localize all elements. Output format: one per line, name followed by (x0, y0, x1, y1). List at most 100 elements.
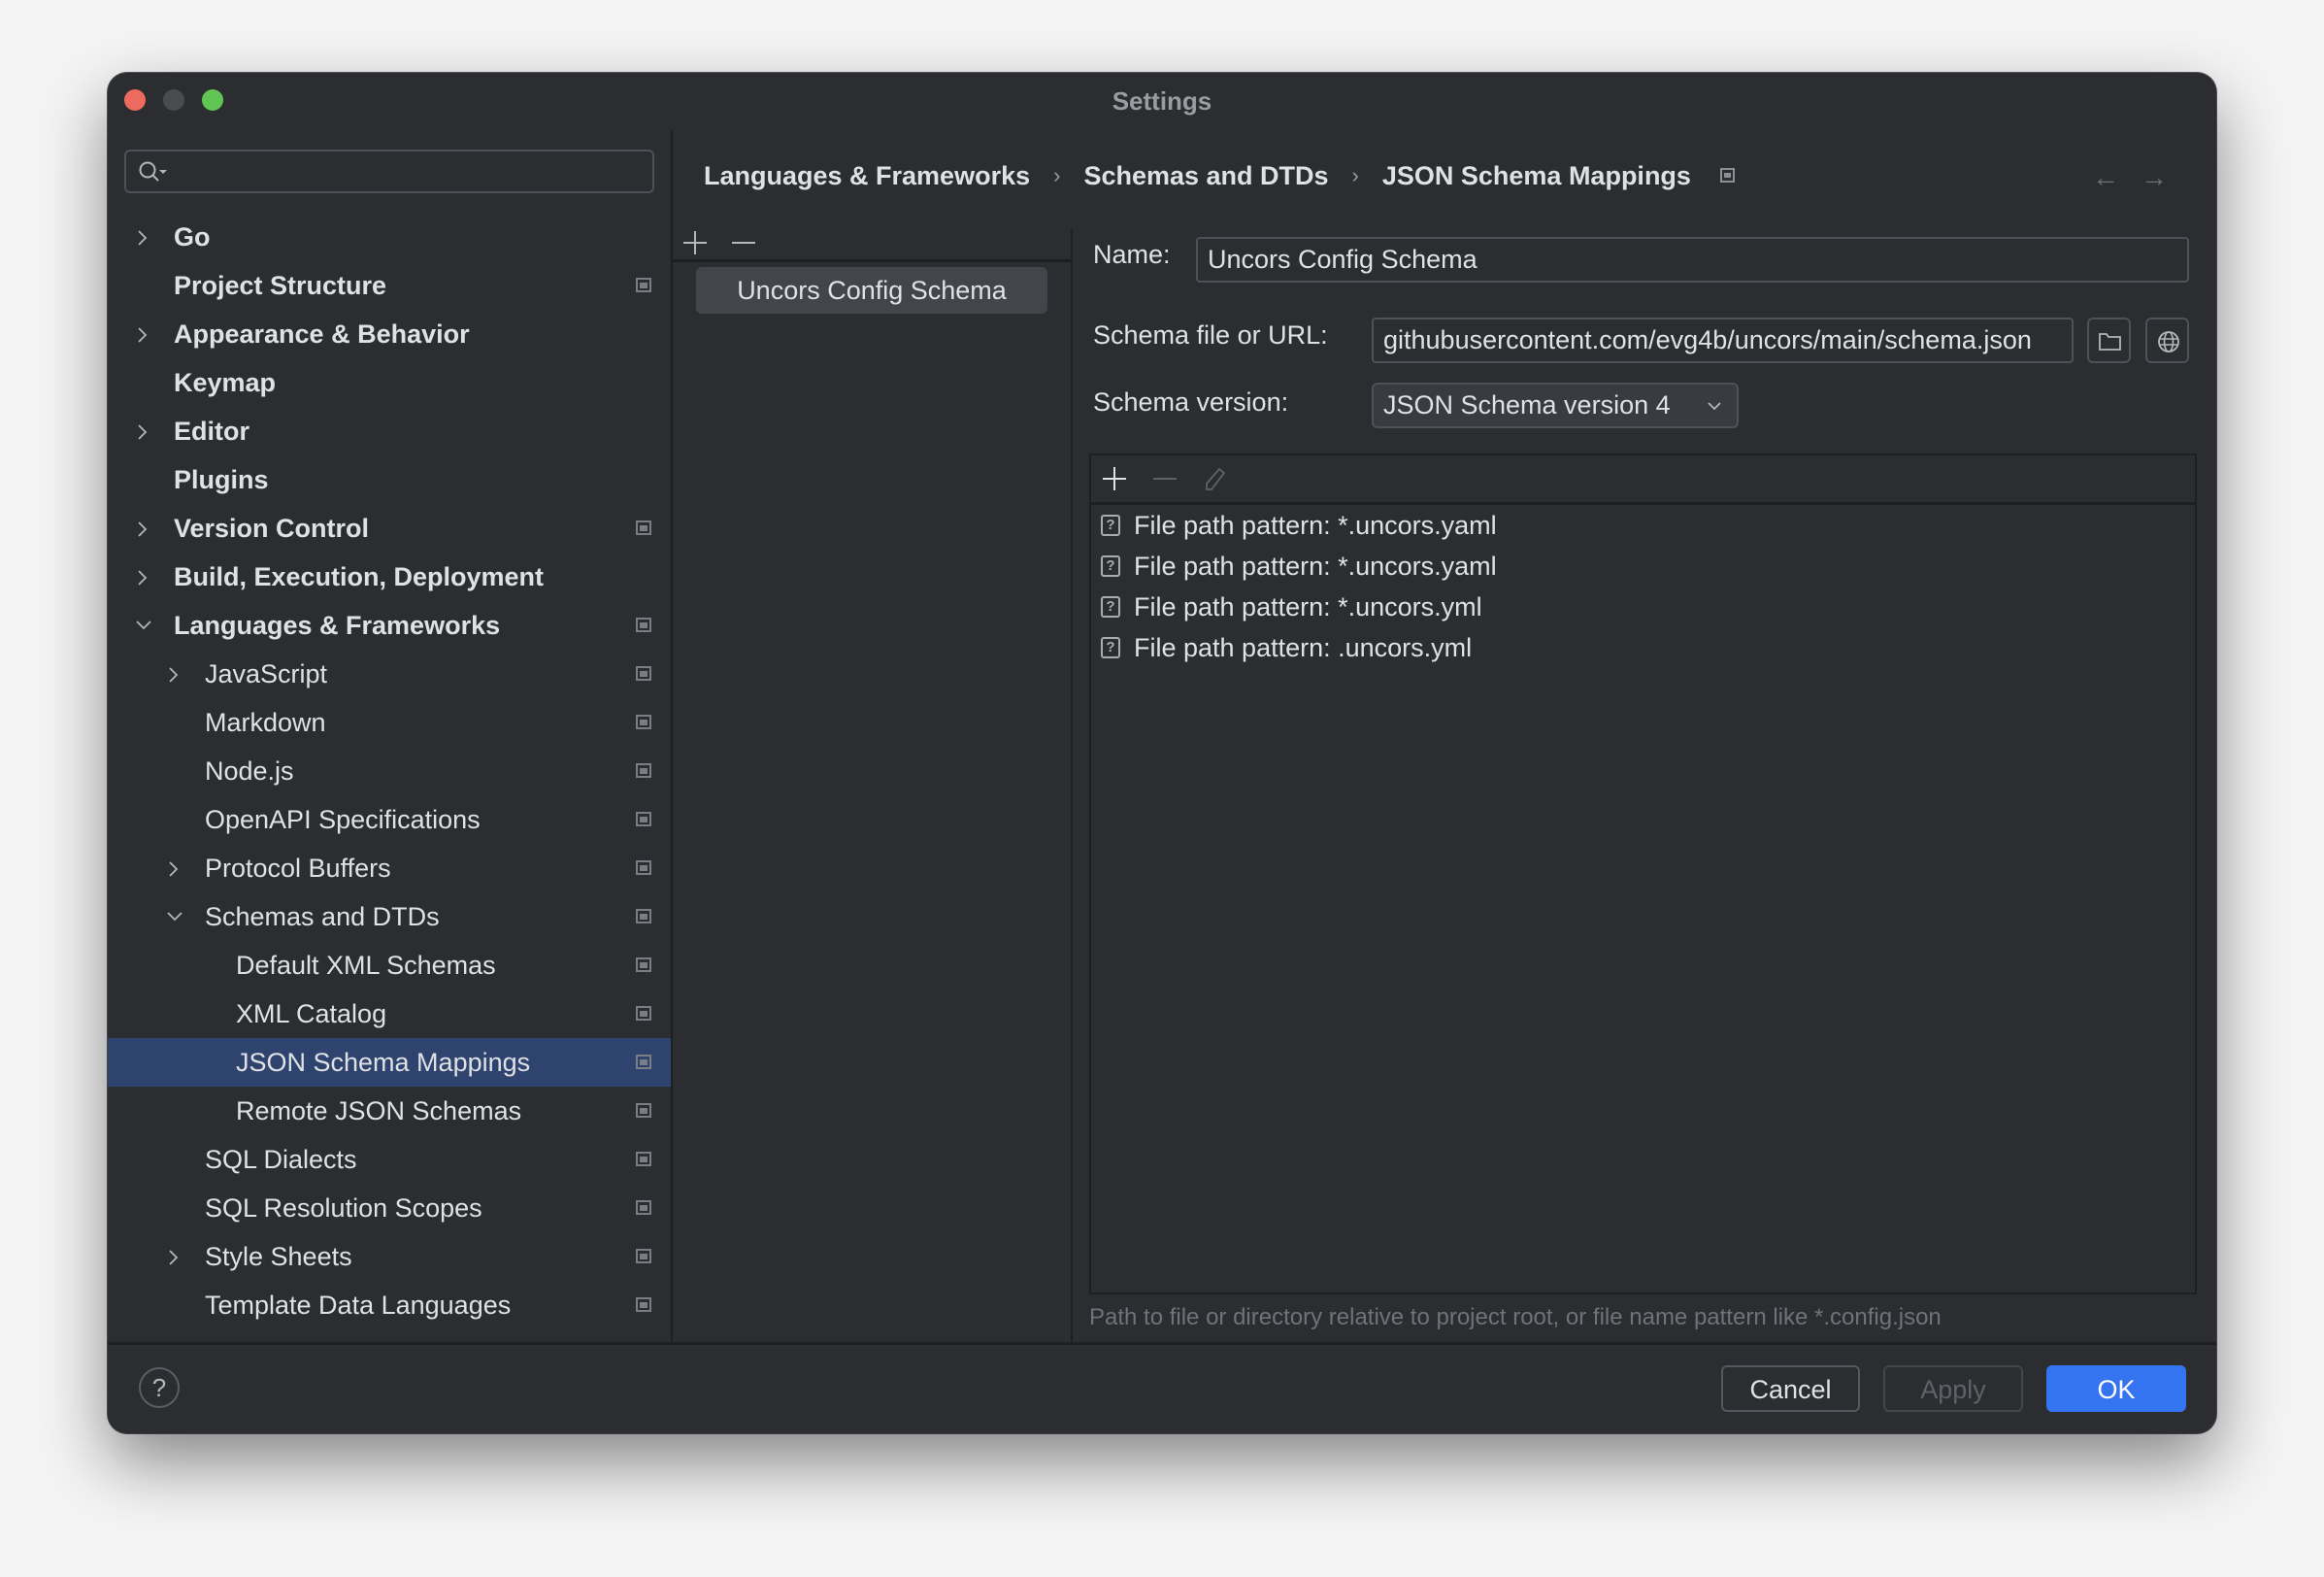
sidebar-item[interactable]: Editor (108, 407, 671, 455)
title-bar: Settings (108, 73, 2216, 131)
remove-pattern-button[interactable] (1151, 465, 1179, 497)
sidebar-item[interactable]: SQL Resolution Scopes (108, 1184, 671, 1232)
sidebar-item[interactable]: JavaScript (108, 650, 671, 698)
breadcrumb-current: JSON Schema Mappings (1381, 160, 1691, 190)
patterns-hint: Path to file or directory relative to pr… (1089, 1304, 1942, 1330)
sidebar-item[interactable]: JSON Schema Mappings (108, 1038, 671, 1087)
sidebar-item-label: JSON Schema Mappings (236, 1048, 531, 1077)
sidebar-item[interactable]: Languages & Frameworks (108, 601, 671, 650)
sidebar-item[interactable]: Build, Execution, Deployment (108, 553, 671, 601)
add-mapping-button[interactable] (681, 228, 710, 262)
sidebar-item[interactable]: Go (108, 213, 671, 261)
breadcrumb-item[interactable]: Languages & Frameworks (704, 156, 1030, 195)
folder-icon (2099, 333, 2121, 351)
arrow-right-icon[interactable]: → (2141, 162, 2168, 192)
chevron-right-icon[interactable] (166, 650, 185, 698)
project-level-icon (636, 860, 651, 875)
breadcrumb: Languages & Frameworks › Schemas and DTDs ›… (704, 154, 1735, 193)
unknown-pattern-icon: ? (1101, 636, 1120, 658)
name-field[interactable] (1196, 237, 2189, 283)
chevron-down-icon[interactable] (135, 601, 154, 650)
mapping-list-item[interactable]: Uncors Config Schema (696, 267, 1047, 314)
project-level-icon (636, 812, 651, 826)
schema-url-field[interactable] (1372, 318, 2074, 363)
add-icon (1103, 467, 1126, 490)
sidebar-item[interactable]: OpenAPI Specifications (108, 795, 671, 844)
search-icon (139, 161, 167, 182)
breadcrumb-separator: › (1351, 162, 1359, 187)
unknown-pattern-icon: ? (1101, 514, 1120, 536)
pattern-row[interactable]: ? File path pattern: *.uncors.yaml (1101, 505, 1497, 546)
unknown-pattern-icon: ? (1101, 595, 1120, 618)
chevron-right-icon[interactable] (166, 844, 185, 892)
pattern-row[interactable]: ? File path pattern: *.uncors.yaml (1101, 546, 1497, 587)
project-level-icon (636, 618, 651, 632)
sidebar-item[interactable]: XML Catalog (108, 990, 671, 1038)
remove-icon (732, 242, 755, 244)
schema-version-dropdown[interactable]: JSON Schema version 4 (1372, 383, 1739, 428)
sidebar-item-label: XML Catalog (236, 999, 387, 1028)
chevron-right-icon[interactable] (135, 407, 154, 455)
arrow-left-icon[interactable]: ← (2092, 162, 2119, 192)
help-button[interactable]: ? (139, 1367, 180, 1408)
chevron-right-icon[interactable] (135, 213, 154, 261)
add-pattern-button[interactable] (1101, 465, 1128, 497)
sidebar-item-label: Editor (174, 417, 249, 446)
pattern-text: File path pattern: .uncors.yml (1134, 633, 1473, 662)
ok-button[interactable]: OK (2046, 1365, 2186, 1412)
chevron-right-icon[interactable] (166, 1232, 185, 1281)
sidebar-item-label: Protocol Buffers (205, 854, 391, 883)
project-level-icon (636, 666, 651, 681)
sidebar-item[interactable]: Style Sheets (108, 1232, 671, 1281)
history-navigation: ← → (2071, 162, 2168, 193)
sidebar-item[interactable]: Protocol Buffers (108, 844, 671, 892)
search-input[interactable] (124, 150, 654, 193)
sidebar-item[interactable]: Project Structure (108, 261, 671, 310)
sidebar-item[interactable]: Remote JSON Schemas (108, 1087, 671, 1135)
footer-divider (108, 1342, 2216, 1345)
add-icon (683, 231, 707, 254)
sidebar-item[interactable]: Appearance & Behavior (108, 310, 671, 358)
cancel-button[interactable]: Cancel (1721, 1365, 1860, 1412)
remove-mapping-button[interactable] (729, 228, 758, 262)
chevron-right-icon[interactable] (135, 504, 154, 553)
window-title: Settings (1112, 86, 1212, 116)
sidebar-item[interactable]: Schemas and DTDs (108, 892, 671, 941)
browse-file-button[interactable] (2087, 318, 2131, 363)
sidebar-item[interactable]: Default XML Schemas (108, 941, 671, 990)
sidebar-item-label: Style Sheets (205, 1242, 352, 1271)
sidebar-item-label: Schemas and DTDs (205, 902, 440, 931)
project-level-icon (636, 1200, 651, 1215)
sidebar-item[interactable]: SQL Dialects (108, 1135, 671, 1184)
sidebar-item-label: Version Control (174, 514, 370, 543)
project-level-icon (636, 278, 651, 292)
sidebar-item-label: Plugins (174, 465, 269, 494)
sidebar-item[interactable]: Node.js (108, 747, 671, 795)
schema-version-label: Schema version: (1093, 387, 1289, 417)
remove-icon (1153, 478, 1177, 480)
patterns-toolbar (1091, 455, 2195, 505)
chevron-right-icon[interactable] (135, 553, 154, 601)
project-level-icon (636, 763, 651, 778)
mappings-toolbar (673, 228, 1071, 262)
chevron-down-icon[interactable] (166, 892, 185, 941)
breadcrumb-item[interactable]: Schemas and DTDs (1083, 156, 1328, 195)
edit-pattern-button[interactable] (1202, 465, 1229, 497)
sidebar-item[interactable]: Markdown (108, 698, 671, 747)
sidebar-item[interactable]: Keymap (108, 358, 671, 407)
sidebar-item-label: Default XML Schemas (236, 951, 496, 980)
open-url-button[interactable] (2145, 318, 2189, 363)
apply-button[interactable]: Apply (1883, 1365, 2023, 1412)
sidebar-item-label: Languages & Frameworks (174, 611, 501, 640)
project-level-icon (636, 909, 651, 923)
pattern-text: File path pattern: *.uncors.yaml (1134, 552, 1497, 581)
sidebar-item[interactable]: Template Data Languages (108, 1281, 671, 1329)
pattern-row[interactable]: ? File path pattern: *.uncors.yml (1101, 587, 1482, 627)
sidebar-item-label: Go (174, 222, 211, 252)
pattern-row[interactable]: ? File path pattern: .uncors.yml (1101, 627, 1472, 668)
project-level-icon (636, 1249, 651, 1263)
sidebar-item[interactable]: Plugins (108, 455, 671, 504)
file-patterns-panel: ? File path pattern: *.uncors.yaml ? File … (1089, 453, 2197, 1294)
chevron-right-icon[interactable] (135, 310, 154, 358)
sidebar-item[interactable]: Version Control (108, 504, 671, 553)
